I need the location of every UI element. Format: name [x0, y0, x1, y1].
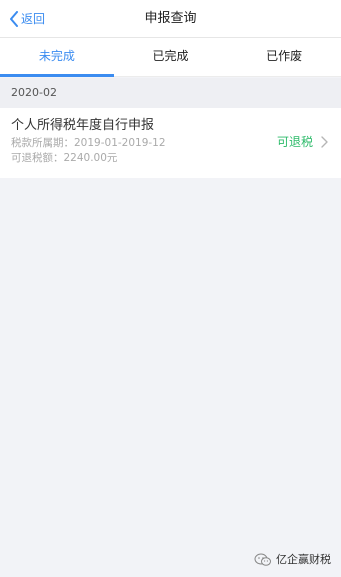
watermark-text: 亿企赢财税	[276, 553, 331, 566]
record-status: 可退税	[276, 135, 313, 149]
wechat-logo-icon	[254, 553, 271, 566]
tab-incomplete[interactable]: 未完成	[0, 38, 114, 77]
tab-voided[interactable]: 已作废	[227, 38, 341, 76]
record-period: 税款所属期：2019-01-2019-12	[11, 137, 166, 149]
tab-completed[interactable]: 已完成	[114, 38, 228, 76]
watermark: 亿企赢财税	[254, 550, 331, 570]
declaration-record[interactable]: 个人所得税年度自行申报 税款所属期：2019-01-2019-12 可退税额：2…	[0, 108, 341, 178]
chevron-right-icon	[321, 136, 328, 148]
record-title: 个人所得税年度自行申报	[11, 118, 155, 133]
page: 返回 申报查询 未完成 已完成 已作废 2020-02 个人所得税年度自行申报 …	[0, 0, 341, 577]
status-tabs: 未完成 已完成 已作废	[0, 38, 341, 77]
group-header-month: 2020-02	[0, 78, 341, 108]
header-bar: 返回 申报查询	[0, 0, 341, 38]
record-refund-amount: 可退税额：2240.00元	[11, 152, 118, 164]
page-title: 申报查询	[144, 11, 197, 26]
